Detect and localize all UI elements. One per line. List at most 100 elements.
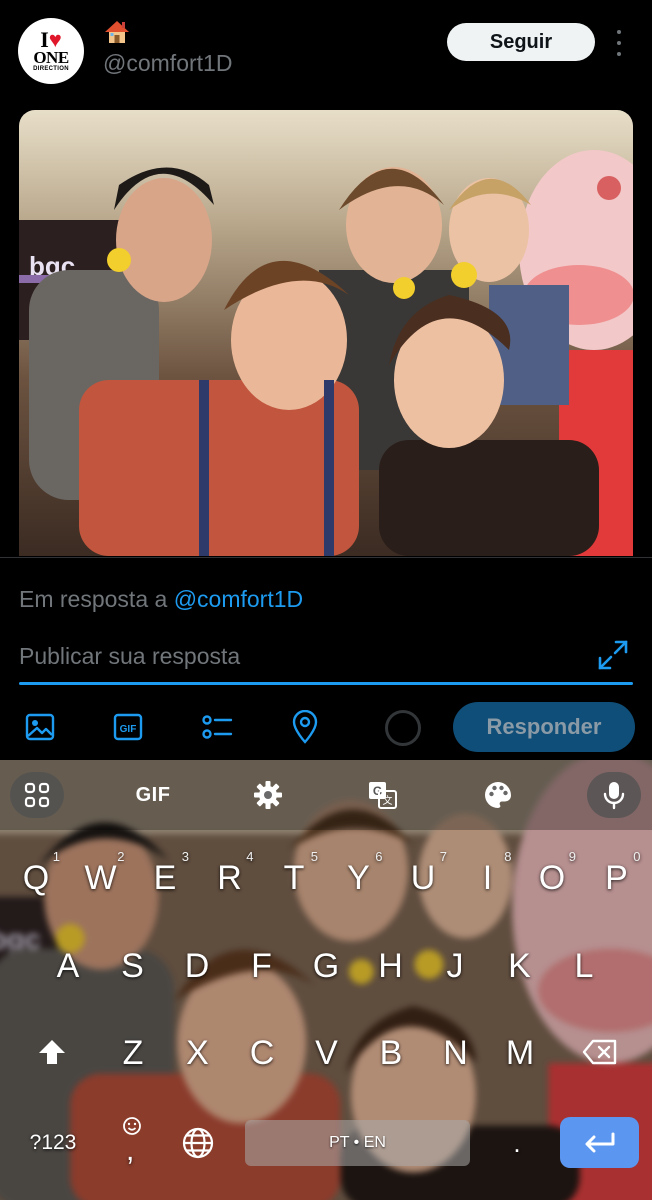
key-g[interactable]: G — [296, 930, 356, 1002]
author-handle[interactable]: @comfort1D — [103, 50, 232, 77]
enter-key[interactable] — [560, 1117, 639, 1168]
comma-label: , — [126, 1134, 135, 1167]
key-u[interactable]: U7 — [393, 842, 453, 914]
house-emoji-icon — [105, 21, 129, 43]
avatar-logo-line3: DIRECTION — [33, 66, 69, 72]
key-label: E — [153, 858, 177, 897]
shift-key[interactable] — [22, 1022, 82, 1082]
tweet-photo[interactable]: bgc — [19, 110, 633, 556]
key-label: F — [251, 946, 272, 985]
key-r[interactable]: R4 — [200, 842, 260, 914]
key-n[interactable]: N — [426, 1017, 486, 1089]
key-q[interactable]: Q1 — [6, 842, 66, 914]
gif-icon[interactable]: GIF — [108, 707, 148, 747]
key-i[interactable]: I8 — [458, 842, 518, 914]
key-k[interactable]: K — [490, 930, 550, 1002]
globe-icon — [182, 1127, 214, 1159]
avatar-logo-line2: ONE — [33, 48, 69, 67]
microphone-icon[interactable] — [587, 772, 641, 818]
key-c[interactable]: C — [232, 1017, 292, 1089]
key-label: V — [315, 1033, 338, 1072]
key-e[interactable]: E3 — [135, 842, 195, 914]
key-number-hint: 8 — [504, 849, 512, 864]
reply-button[interactable]: Responder — [453, 702, 635, 752]
character-counter-ring — [385, 710, 421, 746]
key-m[interactable]: M — [490, 1017, 550, 1089]
key-x[interactable]: X — [168, 1017, 228, 1089]
backspace-key[interactable] — [570, 1022, 630, 1082]
reply-mention[interactable]: @comfort1D — [174, 586, 303, 612]
period-key[interactable]: . — [495, 1120, 539, 1166]
keyboard-gif-button[interactable]: GIF — [128, 772, 178, 818]
key-j[interactable]: J — [425, 930, 485, 1002]
reply-prefix: Em resposta a — [19, 586, 174, 612]
key-y[interactable]: Y6 — [329, 842, 389, 914]
location-pin-icon[interactable] — [285, 707, 325, 747]
key-label: K — [508, 946, 531, 985]
key-v[interactable]: V — [297, 1017, 357, 1089]
key-label: Z — [122, 1033, 144, 1072]
key-number-hint: 5 — [310, 849, 318, 864]
key-label: M — [505, 1033, 535, 1072]
key-label: A — [56, 946, 80, 985]
key-l[interactable]: L — [554, 930, 614, 1002]
grid-apps-icon[interactable] — [10, 772, 64, 818]
expand-icon[interactable] — [596, 638, 630, 672]
section-divider — [0, 557, 652, 558]
key-number-hint: 4 — [246, 849, 254, 864]
follow-button[interactable]: Seguir — [447, 23, 595, 61]
key-label: U — [410, 858, 436, 897]
key-number-hint: 0 — [633, 849, 641, 864]
image-icon[interactable] — [20, 707, 60, 747]
poll-icon[interactable] — [197, 707, 237, 747]
key-d[interactable]: D — [167, 930, 227, 1002]
key-label: I — [482, 858, 493, 897]
key-label: B — [379, 1033, 403, 1072]
key-number-hint: 6 — [375, 849, 383, 864]
key-label: P — [605, 858, 628, 897]
gear-icon[interactable] — [246, 772, 290, 818]
key-label: X — [186, 1033, 209, 1072]
emoji-comma-key[interactable]: , — [110, 1112, 154, 1172]
key-s[interactable]: S — [103, 930, 163, 1002]
space-key[interactable]: PT • EN — [245, 1120, 470, 1166]
key-h[interactable]: H — [361, 930, 421, 1002]
svg-text:文: 文 — [383, 794, 393, 807]
enter-arrow-icon — [585, 1132, 614, 1152]
symbols-key[interactable]: ?123 — [18, 1120, 88, 1166]
key-label: Y — [347, 858, 370, 897]
more-vertical-icon[interactable] — [614, 30, 624, 56]
key-label: W — [84, 858, 117, 897]
globe-key[interactable] — [176, 1120, 220, 1166]
key-number-hint: 7 — [439, 849, 447, 864]
key-label: O — [538, 858, 566, 897]
key-label: C — [249, 1033, 275, 1072]
key-a[interactable]: A — [38, 930, 98, 1002]
key-number-hint: 2 — [117, 849, 125, 864]
keyboard-toolbar: GIF G 文 — [0, 760, 652, 830]
key-w[interactable]: W2 — [71, 842, 131, 914]
key-f[interactable]: F — [232, 930, 292, 1002]
svg-text:GIF: GIF — [120, 724, 137, 735]
key-b[interactable]: B — [361, 1017, 421, 1089]
key-label: D — [184, 946, 210, 985]
key-t[interactable]: T5 — [264, 842, 324, 914]
key-label: G — [312, 946, 340, 985]
key-label: L — [574, 946, 594, 985]
avatar-logo-line1: I♥ — [40, 27, 62, 52]
key-label: J — [446, 946, 464, 985]
key-o[interactable]: O9 — [522, 842, 582, 914]
key-label: S — [121, 946, 144, 985]
reply-context: Em resposta a @comfort1D — [19, 586, 303, 613]
translate-icon[interactable]: G 文 — [361, 772, 405, 818]
reply-input[interactable] — [19, 638, 579, 674]
key-p[interactable]: P0 — [587, 842, 647, 914]
soft-keyboard: bgc GIF — [0, 760, 652, 1200]
key-number-hint: 1 — [52, 849, 60, 864]
key-z[interactable]: Z — [103, 1017, 163, 1089]
key-label: Q — [22, 858, 50, 897]
avatar[interactable]: I♥ ONE DIRECTION — [18, 18, 84, 84]
key-label: R — [217, 858, 242, 897]
palette-icon[interactable] — [476, 772, 520, 818]
key-number-hint: 9 — [568, 849, 576, 864]
